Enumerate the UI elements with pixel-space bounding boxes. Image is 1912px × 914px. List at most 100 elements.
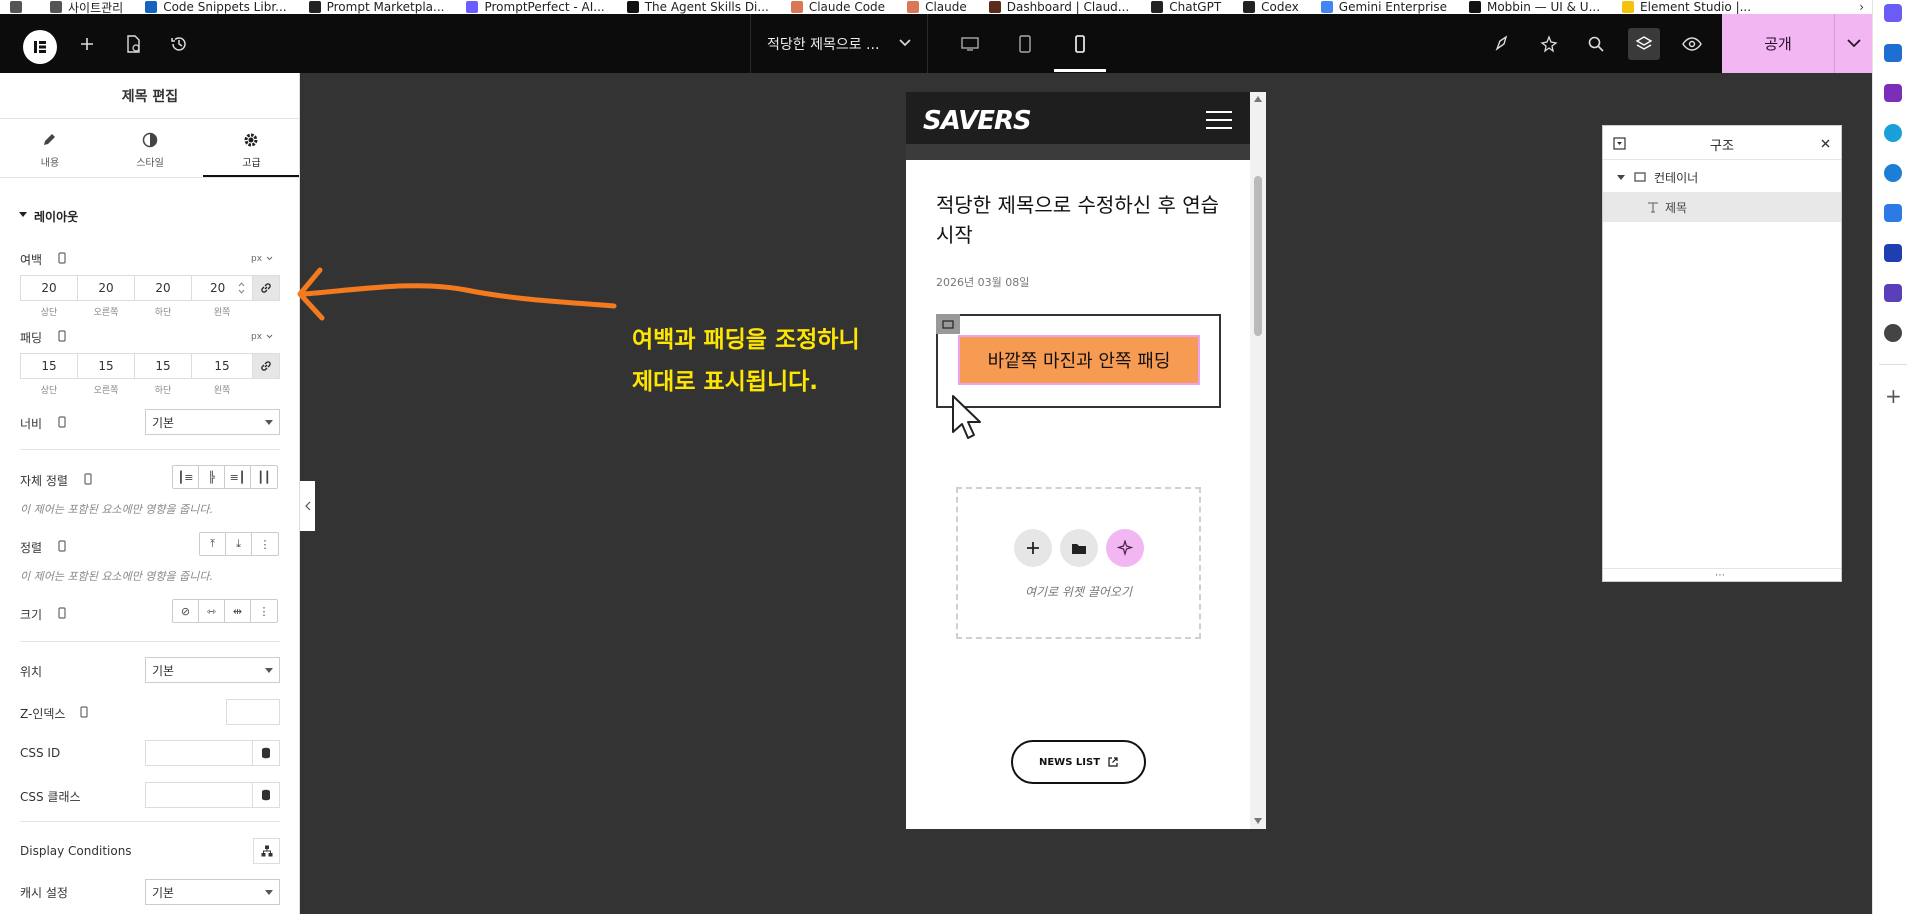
edge-icon[interactable] [1884,124,1902,142]
stepper-icon[interactable] [238,281,245,295]
align-center-icon[interactable]: ╠ [199,466,225,488]
container-handle[interactable] [936,314,960,334]
outlook-icon[interactable] [1884,44,1902,62]
structure-item-container[interactable]: 컨테이너 [1603,162,1841,192]
publish-button[interactable]: 공개 [1722,14,1834,73]
more-bookmarks-icon[interactable]: › [1859,0,1864,14]
bookmark-item[interactable]: ChatGPT [1151,0,1221,14]
bookmark-item[interactable]: The Agent Skills Di... [626,0,769,14]
zindex-input[interactable] [226,699,280,725]
page-title-dropdown[interactable]: 적당한 제목으로 ... [750,14,928,73]
more-options-icon[interactable]: ⋮ [251,600,277,622]
heading-widget[interactable]: 바깥쪽 마진과 안쪽 패딩 [958,335,1200,385]
tab-style[interactable]: 스타일 [100,120,200,176]
mobile-icon[interactable] [58,330,66,342]
more-options-icon[interactable]: ⋮ [252,533,278,555]
bookmark-item[interactable]: Dashboard | Claud... [988,0,1129,14]
dynamic-tags-button[interactable] [252,740,280,766]
link-values-button[interactable] [252,353,280,379]
position-select[interactable]: 기본 [145,657,280,683]
bookmark-item[interactable]: 사이트관리 [50,0,123,14]
add-icon[interactable]: + [1885,386,1902,406]
bookmark-item[interactable]: Code Snippets Libr... [145,0,287,14]
tab-advanced[interactable]: 고급 [203,120,299,176]
site-logo[interactable]: SAVERS [923,106,1032,136]
app-icon[interactable] [1884,284,1902,302]
ai-generate-button[interactable] [1106,529,1144,567]
width-select[interactable]: 기본 [145,409,280,435]
size-shrink-icon[interactable]: ⇹ [225,600,251,622]
chatgpt-icon[interactable] [1884,324,1902,342]
align-end-icon[interactable]: ≡┃ [225,466,251,488]
onedrive-icon[interactable] [1884,164,1902,182]
size-none-icon[interactable]: ⊘ [173,600,199,622]
margin-bottom-input[interactable]: 20 [134,275,192,301]
css-id-input[interactable] [145,740,253,766]
mobile-icon[interactable] [58,252,66,264]
onenote-icon[interactable] [1884,84,1902,102]
bookmark-item[interactable]: Codex [1243,0,1299,14]
bookmark-item[interactable] [10,0,28,14]
structure-item-heading[interactable]: 제목 [1603,192,1841,222]
padding-left-input[interactable]: 15 [191,353,253,379]
margin-right-input[interactable]: 20 [77,275,135,301]
mobile-icon[interactable] [58,607,66,619]
dynamic-tags-button[interactable] [252,782,280,808]
power-automate-icon[interactable] [1884,204,1902,222]
margin-top-input[interactable]: 20 [20,275,78,301]
caret-down-icon[interactable] [1617,175,1625,180]
link-values-button[interactable] [252,275,280,301]
history-icon[interactable] [164,29,194,59]
bookmark-item[interactable]: Mobbin — UI & U... [1468,0,1600,14]
caret-down-icon[interactable] [19,212,27,220]
desktop-view-icon[interactable] [955,29,985,59]
resize-handle[interactable]: ⋯ [1715,570,1725,581]
copilot-icon[interactable] [1884,4,1902,22]
padding-bottom-input[interactable]: 15 [134,353,192,379]
scroll-down-icon[interactable] [1254,818,1262,824]
scroll-up-icon[interactable] [1254,96,1262,102]
padding-top-input[interactable]: 15 [20,353,78,379]
structure-icon[interactable] [1628,28,1660,60]
tablet-view-icon[interactable] [1010,29,1040,59]
size-grow-icon[interactable]: ⇿ [199,600,225,622]
collapse-panel-button[interactable] [300,481,315,531]
site-settings-icon[interactable] [1487,29,1517,59]
add-section-button[interactable] [1014,529,1052,567]
display-conditions-button[interactable] [253,838,280,864]
bookmark-item[interactable]: Claude [907,0,967,14]
post-heading[interactable]: 적당한 제목으로 수정하신 후 연습 시작 [936,190,1221,250]
css-class-input[interactable] [145,782,253,808]
app-icon[interactable] [1884,244,1902,262]
align-stretch-icon[interactable]: ┃┃ [251,466,277,488]
mobile-view-icon[interactable] [1065,29,1095,59]
page-settings-icon[interactable] [118,29,148,59]
mobile-icon[interactable] [80,706,88,718]
scrollbar-thumb[interactable] [1254,176,1262,336]
news-list-button[interactable]: NEWS LIST [1011,740,1146,784]
scrollbar[interactable] [1250,92,1266,829]
close-icon[interactable] [1821,139,1830,148]
elementor-logo-icon[interactable] [23,30,57,64]
padding-unit[interactable]: px [251,332,262,342]
preview-eye-icon[interactable] [1677,29,1707,59]
mobile-icon[interactable] [58,416,66,428]
bookmark-item[interactable]: PromptPerfect - AI... [466,0,605,14]
align-start-icon[interactable]: ┃≡ [173,466,199,488]
search-icon[interactable] [1581,29,1611,59]
bookmark-item[interactable]: Gemini Enterprise [1320,0,1447,14]
bookmark-item[interactable]: Claude Code [790,0,885,14]
add-template-button[interactable] [1060,529,1098,567]
bookmark-item[interactable]: Element Studio |... [1622,0,1751,14]
order-start-icon[interactable]: ⤒ [200,533,226,555]
notes-icon[interactable] [1534,29,1564,59]
section-layout-title[interactable]: 레이아웃 [34,208,78,225]
order-end-icon[interactable]: ⤓ [226,533,252,555]
padding-right-input[interactable]: 15 [77,353,135,379]
tab-content[interactable]: 내용 [0,120,100,176]
mobile-icon[interactable] [84,473,92,485]
bookmark-item[interactable]: Prompt Marketpla... [308,0,444,14]
mobile-icon[interactable] [58,540,66,552]
empty-drop-zone[interactable]: 여기로 위젯 끌어오기 [956,487,1201,639]
add-element-icon[interactable] [72,29,102,59]
